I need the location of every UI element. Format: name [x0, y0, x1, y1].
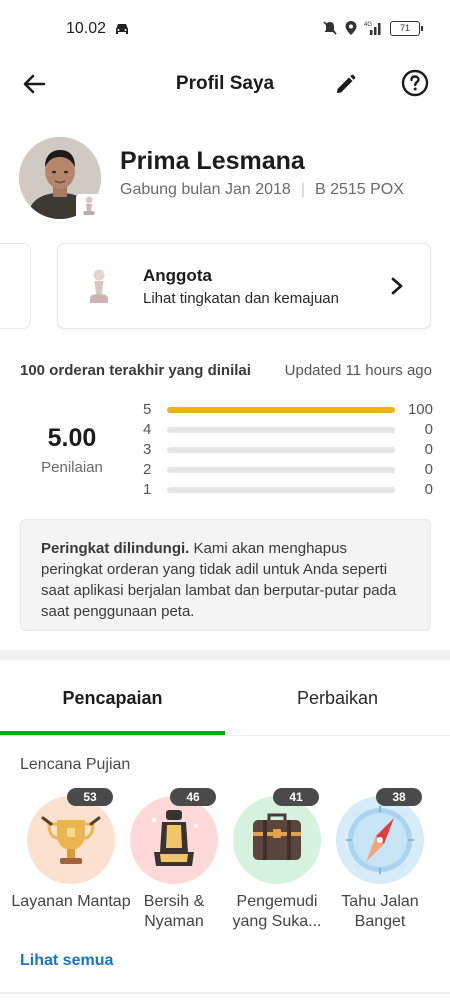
active-tab-indicator	[0, 731, 225, 735]
badges-section-title: Lencana Pujian	[20, 756, 131, 773]
pawn-icon	[90, 269, 108, 303]
badge-circle	[233, 796, 321, 884]
signal-icon: 4G	[364, 22, 381, 35]
rating-count: 0	[424, 441, 433, 458]
badge-count: 53	[67, 788, 113, 806]
location-icon	[345, 21, 357, 35]
rating-row-3: 3 0	[143, 440, 433, 460]
rating-count: 0	[424, 461, 433, 478]
protected-rating-notice: Peringkat dilindungi. Kami akan menghapu…	[20, 519, 431, 631]
badge-circle	[27, 796, 115, 884]
see-all-link[interactable]: Lihat semua	[20, 952, 113, 970]
help-question-icon[interactable]	[401, 69, 429, 97]
badge-count: 46	[170, 788, 216, 806]
notice-title: Peringkat dilindungi.	[41, 540, 190, 557]
tab-perbaikan[interactable]: Perbaikan	[225, 660, 450, 736]
page-title: Profil Saya	[175, 73, 275, 94]
status-icons: 4G 71	[322, 20, 423, 36]
car-icon	[116, 24, 128, 34]
section-bottom-divider	[0, 992, 450, 994]
car-seat-icon	[152, 810, 198, 866]
rating-distribution: 5 100 4 0 3 0 2 0 1 0	[143, 400, 433, 500]
tab-pencapaian[interactable]: Pencapaian	[0, 660, 225, 736]
ratings-header: 100 orderan terakhir yang dinilai Update…	[20, 362, 432, 379]
chevron-right-icon	[391, 277, 403, 295]
rating-row-5: 5 100	[143, 400, 433, 420]
badge-label: Tahu Jalan Banget	[341, 893, 419, 930]
tier-card-previous[interactable]	[0, 243, 31, 329]
section-divider	[0, 650, 450, 660]
rating-count: 0	[424, 421, 433, 438]
ratings-title: 100 orderan terakhir yang dinilai	[20, 362, 251, 379]
suitcase-icon	[253, 813, 301, 860]
rating-bar-track	[167, 427, 395, 433]
badge-count: 38	[376, 788, 422, 806]
rating-bar-track	[167, 447, 395, 453]
rating-score: 5.00	[47, 424, 97, 452]
rating-row-2: 2 0	[143, 460, 433, 480]
rating-bar-fill	[167, 407, 395, 413]
top-app-bar: Profil Saya	[0, 60, 450, 108]
profile-name: Prima Lesmana	[120, 147, 305, 175]
status-time: 10.02	[66, 20, 107, 37]
badge-pengemudi[interactable]: 41 Pengemudi yang Suka...	[225, 788, 329, 948]
status-bar: 10.02 4G 71	[0, 0, 450, 60]
edit-pencil-icon[interactable]	[332, 72, 358, 98]
pawn-badge-icon	[76, 194, 102, 220]
tab-bar: Pencapaian Perbaikan	[0, 660, 450, 736]
rating-star-label: 1	[143, 481, 152, 498]
rating-bar-track	[167, 487, 395, 493]
badge-layanan-mantap[interactable]: 53 Layanan Mantap	[11, 788, 131, 948]
badge-label: Bersih & Nyaman	[143, 893, 205, 930]
rating-row-4: 4 0	[143, 420, 433, 440]
badge-bersih-nyaman[interactable]: 46 Bersih & Nyaman	[122, 788, 226, 948]
mute-icon	[323, 21, 337, 35]
rating-score-label: Penilaian	[41, 459, 103, 476]
tier-title: Anggota	[143, 266, 212, 285]
badge-circle	[130, 796, 218, 884]
trophy-icon	[41, 816, 101, 864]
rating-bar-track	[167, 467, 395, 473]
svg-text:4G: 4G	[364, 22, 372, 28]
license-plate: B 2515 POX	[314, 181, 404, 198]
tier-card[interactable]: Anggota Lihat tingkatan dan kemajuan	[57, 243, 431, 329]
joined-date: Gabung bulan Jan 2018	[120, 181, 291, 198]
battery-icon: 71	[390, 20, 423, 36]
compass-icon	[346, 806, 414, 874]
rating-star-label: 3	[143, 441, 152, 458]
meta-separator: |	[300, 181, 305, 198]
rating-count: 100	[407, 401, 433, 418]
badge-tahu-jalan[interactable]: 38 Tahu Jalan Banget	[328, 788, 432, 948]
rating-star-label: 4	[143, 421, 152, 438]
profile-meta: Gabung bulan Jan 2018 | B 2515 POX	[120, 181, 404, 199]
rating-row-1: 1 0	[143, 480, 433, 500]
badge-count: 41	[273, 788, 319, 806]
badge-circle	[336, 796, 424, 884]
tier-subtitle: Lihat tingkatan dan kemajuan	[143, 290, 339, 307]
ratings-updated: Updated 11 hours ago	[284, 362, 432, 379]
rating-star-label: 5	[143, 401, 152, 418]
rating-count: 0	[424, 481, 433, 498]
rating-star-label: 2	[143, 461, 152, 478]
badge-label: Layanan Mantap	[11, 893, 131, 910]
rating-bar-track	[167, 407, 395, 413]
badge-label: Pengemudi yang Suka...	[232, 893, 322, 930]
